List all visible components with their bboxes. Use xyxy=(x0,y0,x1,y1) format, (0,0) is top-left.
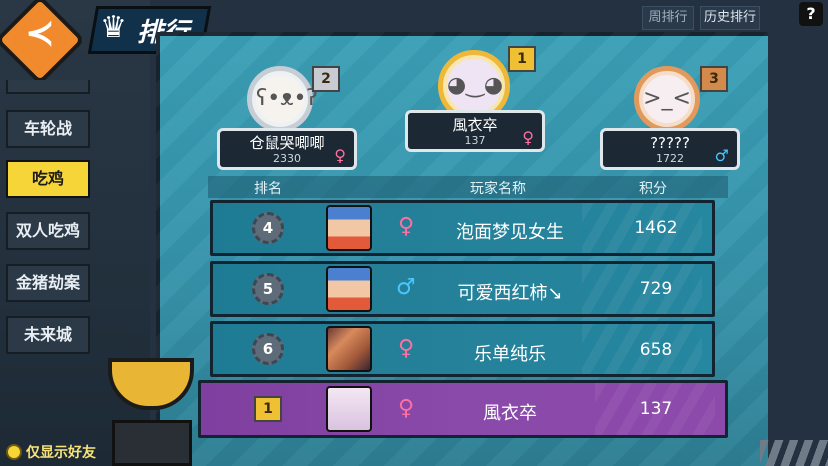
crown-icon: ♛ xyxy=(100,10,127,45)
header-rank: 排名 xyxy=(254,181,282,197)
player-avatar[interactable] xyxy=(326,205,372,251)
player-score: 137 xyxy=(639,399,673,419)
player-name: 泡面梦见女生 xyxy=(456,222,564,243)
bronze-trophy-icon: 3 xyxy=(700,66,728,92)
podium-third-plate: ????? 1722 ♂ xyxy=(600,128,740,170)
gold-trophy-icon: 1 xyxy=(254,396,282,422)
help-button[interactable]: ? xyxy=(799,2,823,26)
gold-trophy-icon: 1 xyxy=(508,46,536,72)
rank-gear-icon: 5 xyxy=(252,273,284,305)
player-avatar[interactable] xyxy=(326,266,372,312)
female-icon: ♀ xyxy=(398,396,415,421)
podium-first-plate: 風衣卒 137 ♀ xyxy=(405,110,545,152)
radio-icon[interactable] xyxy=(6,444,22,460)
male-icon: ♂ xyxy=(714,146,729,165)
player-score: 1462 xyxy=(634,218,678,238)
decorative-stripes xyxy=(760,440,828,466)
player-score: 729 xyxy=(639,279,673,299)
sidebar-item-chicken[interactable]: 吃鸡 xyxy=(6,160,90,198)
female-icon: ♀ xyxy=(398,214,415,239)
player-name: 乐单纯乐 xyxy=(474,344,546,365)
friends-only-toggle[interactable]: 仅显示好友 xyxy=(6,442,96,462)
player-avatar[interactable] xyxy=(326,326,372,372)
crying-girl-avatar-icon: >_< xyxy=(643,75,691,123)
trophy-stand xyxy=(112,420,192,466)
tab-history[interactable]: 历史排行 xyxy=(700,6,760,30)
player-avatar[interactable] xyxy=(326,386,372,432)
player-name: 可爱西红柿↘ xyxy=(457,283,563,304)
rank-gear-icon: 4 xyxy=(252,212,284,244)
female-icon: ♀ xyxy=(398,336,415,361)
header-player: 玩家名称 xyxy=(470,181,526,197)
anime-girl-avatar-icon: ◕‿◕ xyxy=(447,59,503,113)
logo-icon: ≺ xyxy=(24,13,56,54)
player-name: 風衣卒 xyxy=(483,403,537,424)
rank-gear-icon: 6 xyxy=(252,333,284,365)
podium-second-plate: 仓鼠哭唧唧 2330 ♀ xyxy=(217,128,357,170)
friends-only-label: 仅显示好友 xyxy=(26,445,96,461)
sidebar-item-duo-chicken[interactable]: 双人吃鸡 xyxy=(6,212,90,250)
sidebar-item-golden-pig[interactable]: 金猪劫案 xyxy=(6,264,90,302)
tab-weekly[interactable]: 周排行 xyxy=(642,6,694,30)
female-icon: ♀ xyxy=(334,146,346,165)
silver-trophy-icon: 2 xyxy=(312,66,340,92)
male-icon: ♂ xyxy=(396,275,416,300)
sidebar-item-wheel-battle[interactable]: 车轮战 xyxy=(6,110,90,148)
header-score: 积分 xyxy=(639,181,667,197)
sidebar-item-future-city[interactable]: 未来城 xyxy=(6,316,90,354)
female-icon: ♀ xyxy=(522,128,534,147)
sidebar-item-partial xyxy=(6,80,90,94)
hamster-avatar-icon: ʕ•ᴥ•ʔ xyxy=(256,75,318,123)
player-score: 658 xyxy=(639,340,673,360)
